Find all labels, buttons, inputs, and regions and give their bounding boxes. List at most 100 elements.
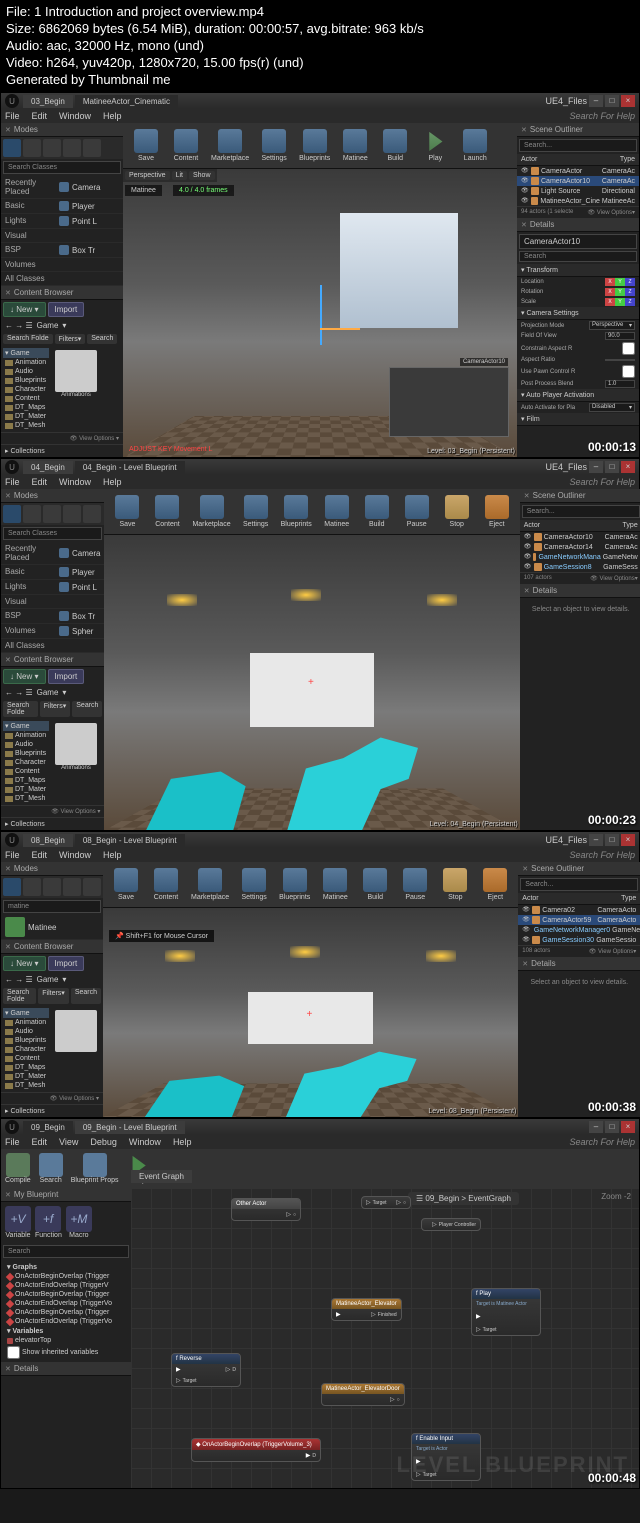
search-folder[interactable]: Search Folde: [3, 701, 38, 717]
cat-all[interactable]: All Classes: [5, 274, 59, 283]
actor-row[interactable]: MatineeActor_CineMatineeAc: [517, 196, 639, 206]
level-viewport[interactable]: Perspective Lit Show Matinee 4.0 / 4.0 f…: [123, 169, 517, 457]
constrain-checkbox[interactable]: [622, 342, 635, 355]
modes-search[interactable]: Search Classes: [3, 527, 102, 540]
maximize-button[interactable]: □: [605, 95, 619, 107]
save-button[interactable]: Save: [108, 493, 146, 530]
bp-node-other-actor[interactable]: Other Actor ○: [231, 1198, 301, 1221]
geometry-mode-icon[interactable]: [83, 505, 101, 523]
bp-node-play[interactable]: f Play Target is Matinee Actor Target: [471, 1288, 541, 1336]
menu-help[interactable]: Help: [103, 111, 122, 121]
outliner-view-options[interactable]: 👁 View Options▾: [590, 575, 638, 582]
build-button[interactable]: Build: [356, 866, 394, 903]
modes-search[interactable]: matine: [3, 900, 101, 913]
folder-row[interactable]: DT_Maps: [3, 1063, 49, 1072]
col-type[interactable]: Type: [621, 895, 636, 902]
folder-game[interactable]: ▾ Game: [3, 348, 49, 358]
folder-content[interactable]: Content: [3, 394, 49, 403]
menu-view[interactable]: View: [59, 1137, 78, 1147]
new-button[interactable]: ↓ New ▾: [3, 302, 46, 317]
col-actor[interactable]: Actor: [522, 895, 621, 902]
bp-node-player-controller[interactable]: Player Controller: [421, 1218, 481, 1231]
close-button[interactable]: ×: [621, 1121, 635, 1133]
cat-visual[interactable]: Visual: [5, 231, 59, 240]
folder-row[interactable]: Character: [3, 1045, 49, 1054]
graph-event[interactable]: OnActorEndOverlap (TriggerVo: [3, 1317, 129, 1326]
marketplace-button[interactable]: Marketplace: [207, 127, 253, 164]
bp-node-target[interactable]: Target○: [361, 1196, 411, 1209]
visibility-icon[interactable]: [522, 926, 530, 934]
show-inherited-checkbox[interactable]: Show inherited variables: [3, 1345, 129, 1360]
outliner-search[interactable]: Search...: [520, 878, 638, 891]
rotation-xyz[interactable]: XYZ: [605, 288, 635, 296]
folder-row[interactable]: Blueprints: [3, 1036, 49, 1045]
item-camera[interactable]: Camera: [59, 544, 100, 562]
folder-game[interactable]: ▾ Game: [3, 1008, 49, 1018]
view-options[interactable]: 👁 View Options ▾: [1, 805, 104, 817]
cat-all[interactable]: All Classes: [5, 641, 59, 650]
variables-category[interactable]: ▾ Variables: [3, 1326, 129, 1336]
folder-row[interactable]: Content: [3, 1054, 49, 1063]
actor-row-selected[interactable]: CameraActor59CameraActo: [518, 915, 640, 925]
search-folder[interactable]: Search Folde: [3, 988, 36, 1004]
landscape-mode-icon[interactable]: [43, 505, 61, 523]
bp-node-matinee-elevator[interactable]: MatineeActor_Elevator Finished: [331, 1298, 402, 1321]
blueprints-button[interactable]: Blueprints: [295, 127, 334, 164]
view-options[interactable]: 👁 View Options ▾: [1, 1092, 103, 1104]
paint-mode-icon[interactable]: [23, 505, 41, 523]
new-button[interactable]: ↓ New ▾: [3, 956, 46, 971]
visibility-icon[interactable]: [522, 936, 530, 944]
modes-search[interactable]: Search Classes: [3, 161, 121, 174]
add-function-button[interactable]: +fFunction: [35, 1206, 62, 1239]
menu-window[interactable]: Window: [59, 111, 91, 121]
menu-edit[interactable]: Edit: [32, 111, 48, 121]
compile-button[interactable]: Compile: [5, 1153, 31, 1184]
import-button[interactable]: Import: [48, 302, 85, 317]
geometry-mode-icon[interactable]: [83, 878, 101, 896]
transform-category[interactable]: Transform: [517, 264, 639, 277]
film-category[interactable]: Film: [517, 413, 639, 426]
blueprints-button[interactable]: Blueprints: [277, 493, 316, 530]
play-button[interactable]: Play: [416, 127, 454, 164]
cat-recent[interactable]: Recently Placed: [5, 178, 59, 196]
content-path[interactable]: ← → ☰ Game ▾: [1, 686, 104, 699]
camera-category[interactable]: Camera Settings: [517, 307, 639, 320]
filters-dropdown[interactable]: Filters▾: [55, 334, 86, 344]
game-viewport[interactable]: + Level: 04_Begin (Persistent): [104, 535, 519, 830]
minimize-button[interactable]: –: [589, 834, 603, 846]
menu-help[interactable]: Help: [173, 1137, 192, 1147]
bp-props-button[interactable]: Blueprint Props: [71, 1153, 119, 1184]
visibility-icon[interactable]: [524, 563, 532, 571]
stop-button[interactable]: Stop: [436, 866, 474, 903]
marketplace-button[interactable]: Marketplace: [187, 866, 233, 903]
col-actor[interactable]: Actor: [521, 156, 620, 163]
save-button[interactable]: Save: [127, 127, 165, 164]
visibility-icon[interactable]: [522, 916, 530, 924]
filters-dropdown[interactable]: Filters▾: [38, 988, 69, 1004]
folder-animation[interactable]: Animation: [3, 358, 49, 367]
tab-level[interactable]: 08_Begin: [23, 834, 73, 847]
add-variable-button[interactable]: +VVariable: [5, 1206, 31, 1239]
folder-row[interactable]: Animation: [3, 731, 49, 740]
search-help[interactable]: Search For Help: [569, 477, 635, 487]
graphs-category[interactable]: ▾ Graphs: [3, 1262, 129, 1272]
menu-window[interactable]: Window: [59, 850, 91, 860]
actor-row[interactable]: GameSession30GameSessio: [518, 935, 640, 945]
view-options[interactable]: 👁 View Options ▾: [1, 432, 123, 444]
settings-button[interactable]: Settings: [255, 127, 293, 164]
menu-file[interactable]: File: [5, 477, 20, 487]
menu-debug[interactable]: Debug: [90, 1137, 117, 1147]
visibility-icon[interactable]: [521, 177, 529, 185]
search-help[interactable]: Search For Help: [569, 111, 635, 121]
eject-button[interactable]: Eject: [478, 493, 516, 530]
folder-row[interactable]: Content: [3, 767, 49, 776]
settings-button[interactable]: Settings: [235, 866, 273, 903]
folder-row[interactable]: DT_Mater: [3, 785, 49, 794]
folder-row[interactable]: DT_Mesh: [3, 1081, 49, 1090]
menu-window[interactable]: Window: [59, 477, 91, 487]
asset-thumbnail[interactable]: Animations: [55, 350, 97, 398]
folder-row[interactable]: DT_Maps: [3, 776, 49, 785]
event-graph-tab[interactable]: Event Graph: [131, 1170, 192, 1183]
col-type[interactable]: Type: [620, 156, 635, 163]
close-button[interactable]: ×: [621, 834, 635, 846]
